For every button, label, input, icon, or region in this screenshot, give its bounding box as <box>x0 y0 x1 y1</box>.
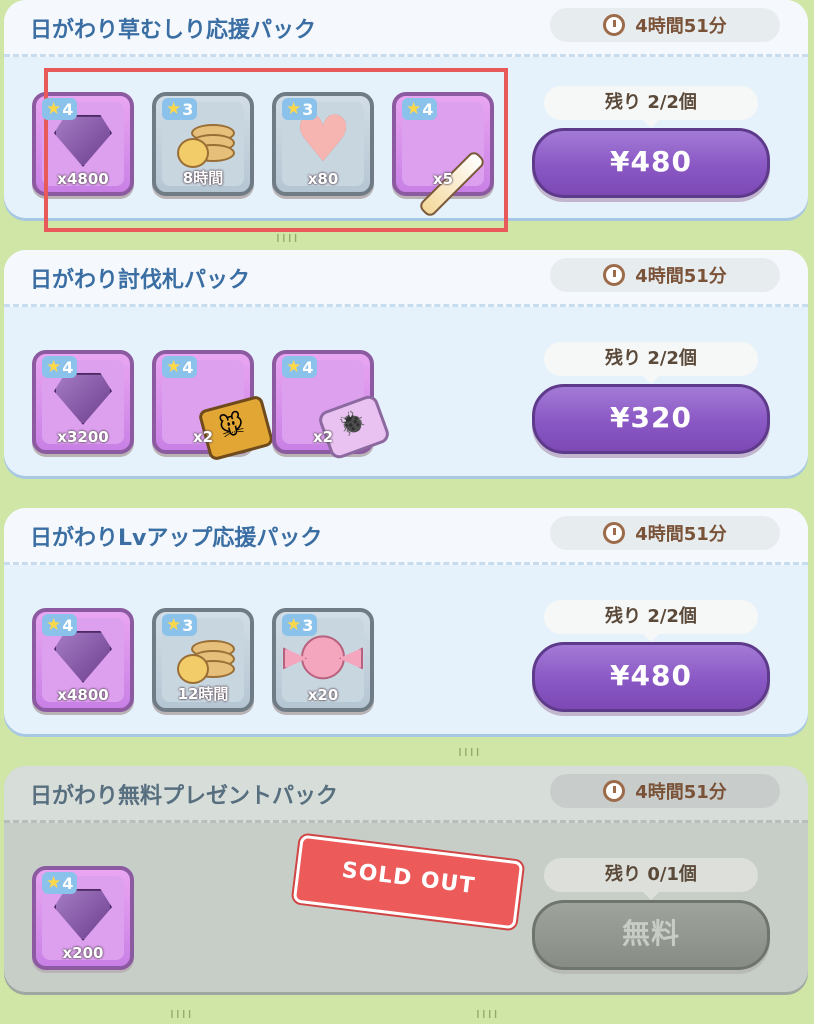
star-badge: ★ 3 <box>282 614 318 636</box>
item-quantity: x2 <box>192 428 214 446</box>
item-quantity: x80 <box>307 170 339 188</box>
item-slot[interactable]: ★ 4 x3200 <box>32 350 134 454</box>
timer-text: 4時間51分 <box>635 266 727 287</box>
grass-decoration: ıııı <box>458 744 482 760</box>
timer-text: 4時間51分 <box>635 524 727 545</box>
item-quantity: x4800 <box>57 686 109 704</box>
star-badge: ★ 3 <box>162 614 198 636</box>
item-slot[interactable]: ★ 3 x20 <box>272 608 374 712</box>
purchase-area: 残り 2/2個 ¥320 <box>532 342 770 454</box>
star-badge: ★ 4 <box>42 356 78 378</box>
timer-badge: 4時間51分 <box>550 258 780 292</box>
star-badge: ★ 3 <box>282 98 318 120</box>
star-icon: ★ <box>166 357 182 377</box>
star-icon: ★ <box>46 357 62 377</box>
grass-decoration: ıııı <box>276 230 300 246</box>
item-slot[interactable]: ★ 3 12時間 <box>152 608 254 712</box>
buy-button[interactable]: ¥320 <box>532 384 770 454</box>
clock-icon <box>603 264 626 286</box>
pack-card-subjugation: 日がわり討伐札パック 4時間51分 ★4 x3200 ★4 x2 ★4 x2 残… <box>4 250 808 476</box>
remaining-count: 残り 2/2個 <box>544 342 758 384</box>
star-badge: ★ 4 <box>282 356 318 378</box>
pack-title: 日がわり草むしり応援パック <box>30 18 317 43</box>
timer-text: 4時間51分 <box>635 782 727 803</box>
star-icon: ★ <box>286 99 302 119</box>
item-slot[interactable]: ★4 x2 <box>152 350 275 462</box>
timer-badge: 4時間51分 <box>550 774 780 808</box>
remaining-count: 残り 2/2個 <box>544 600 758 642</box>
remaining-count: 残り 2/2個 <box>544 86 758 128</box>
pack-title: 日がわりLvアップ応援パック <box>30 526 323 551</box>
star-icon: ★ <box>46 873 62 893</box>
pack-title: 日がわり無料プレゼントパック <box>30 784 339 809</box>
star-icon: ★ <box>406 99 422 119</box>
star-badge: ★ 4 <box>162 356 198 378</box>
pack-header: 日がわり無料プレゼントパック 4時間51分 <box>4 766 808 823</box>
star-badge: ★ 4 <box>42 872 78 894</box>
star-badge: ★ 4 <box>402 98 438 120</box>
item-slot[interactable]: ★4 x2 <box>272 350 392 462</box>
star-icon: ★ <box>166 99 182 119</box>
star-badge: ★ 4 <box>42 98 78 120</box>
item-quantity: x2 <box>312 428 334 446</box>
star-icon: ★ <box>166 615 182 635</box>
star-icon: ★ <box>46 99 62 119</box>
item-quantity: 8時間 <box>182 169 224 187</box>
clock-icon <box>603 522 626 544</box>
clock-icon <box>603 14 626 36</box>
item-quantity: x20 <box>307 686 339 704</box>
pack-header: 日がわりLvアップ応援パック 4時間51分 <box>4 508 808 565</box>
star-badge: ★ 4 <box>42 614 78 636</box>
purchase-area: 残り 2/2個 ¥480 <box>532 86 770 198</box>
item-quantity: x5 <box>432 170 454 188</box>
clock-icon <box>603 780 626 802</box>
pack-header: 日がわり草むしり応援パック 4時間51分 <box>4 0 808 57</box>
grass-decoration: ıııı <box>170 1006 194 1022</box>
purchase-area: 残り 2/2個 ¥480 <box>532 600 770 712</box>
coins-icon <box>175 632 235 684</box>
pack-title: 日がわり討伐札パック <box>30 268 251 293</box>
pack-items: ★ 4 x4800 ★ 3 12時間 ★ 3 x20 <box>32 608 374 712</box>
pack-items: ★4 x3200 ★4 x2 ★4 x2 <box>32 350 392 462</box>
pack-card-levelup: 日がわりLvアップ応援パック 4時間51分 ★ 4 x4800 ★ 3 12時間 ★… <box>4 508 808 734</box>
star-icon: ★ <box>46 615 62 635</box>
star-icon: ★ <box>286 357 302 377</box>
star-icon: ★ <box>286 615 302 635</box>
free-button[interactable]: 無料 <box>532 900 770 970</box>
candy-icon <box>301 635 345 680</box>
buy-button[interactable]: ¥480 <box>532 642 770 712</box>
item-quantity: x4800 <box>57 170 109 188</box>
timer-badge: 4時間51分 <box>550 8 780 42</box>
item-quantity: x3200 <box>57 428 109 446</box>
timer-badge: 4時間51分 <box>550 516 780 550</box>
grass-decoration: ıııı <box>476 1006 500 1022</box>
pack-header: 日がわり討伐札パック 4時間51分 <box>4 250 808 307</box>
purchase-area: 残り 0/1個 無料 <box>532 858 770 970</box>
remaining-count: 残り 0/1個 <box>544 858 758 900</box>
item-quantity: 12時間 <box>177 685 229 703</box>
pack-items: ★ 4 x200 <box>32 866 134 970</box>
highlight-box <box>44 68 508 232</box>
item-slot[interactable]: ★ 4 x200 <box>32 866 134 970</box>
item-slot[interactable]: ★ 4 x4800 <box>32 608 134 712</box>
item-quantity: x200 <box>62 944 104 962</box>
timer-text: 4時間51分 <box>635 16 727 37</box>
buy-button[interactable]: ¥480 <box>532 128 770 198</box>
star-badge: ★ 3 <box>162 98 198 120</box>
